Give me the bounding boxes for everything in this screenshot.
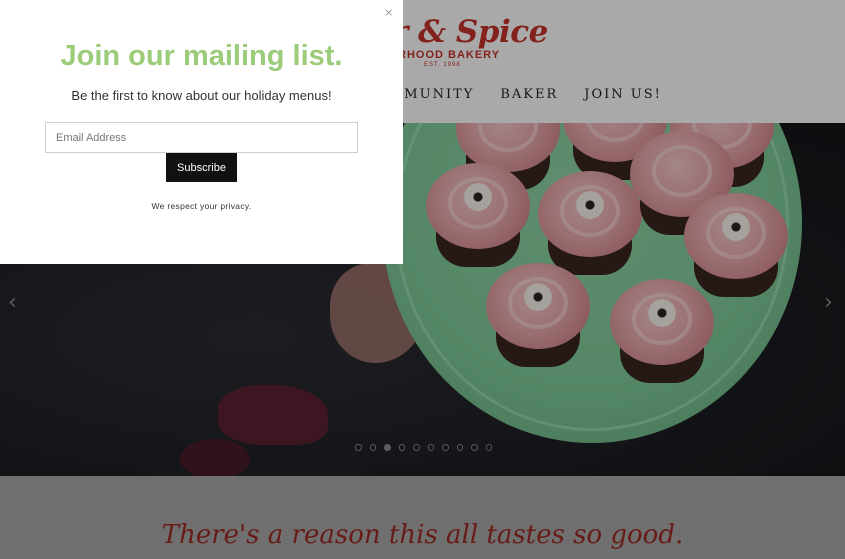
subscribe-button[interactable]: Subscribe — [166, 153, 237, 182]
mailing-list-popup: × Join our mailing list. Be the first to… — [0, 0, 403, 264]
email-field[interactable] — [45, 122, 358, 153]
privacy-note: We respect your privacy. — [151, 201, 252, 211]
close-button[interactable]: × — [384, 6, 393, 19]
page: r & Spice RHOOD BAKERY EST. 1998 MMUNITY… — [0, 0, 845, 559]
popup-title: Join our mailing list. — [60, 40, 343, 72]
popup-subtitle: Be the first to know about our holiday m… — [71, 88, 332, 103]
